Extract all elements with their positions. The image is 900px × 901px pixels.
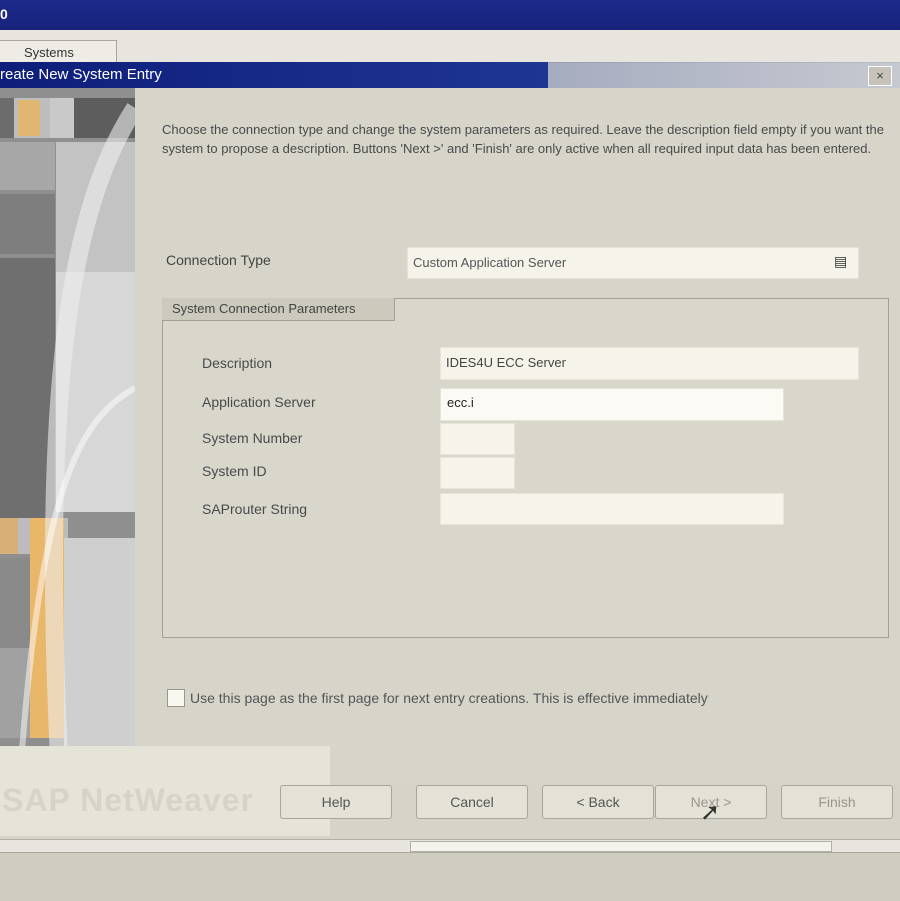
application-server-label: Application Server: [202, 394, 316, 410]
saprouter-string-label: SAProuter String: [202, 501, 308, 517]
help-button[interactable]: Help: [280, 785, 392, 819]
group-title: System Connection Parameters: [172, 301, 356, 316]
instruction-text: Choose the connection type and change th…: [162, 122, 884, 156]
tab-systems-label: Systems: [24, 45, 74, 60]
first-page-checkbox[interactable]: [167, 689, 185, 707]
main-window-titlebar: [0, 0, 900, 30]
status-bar: [0, 852, 900, 901]
tab-systems[interactable]: Systems: [0, 40, 117, 63]
system-number-label: System Number: [202, 430, 303, 446]
first-page-checkbox-label: Use this page as the first page for next…: [190, 690, 708, 706]
mouse-cursor-icon: ➚: [700, 799, 721, 826]
tab-strip: [0, 30, 900, 63]
system-id-label: System ID: [202, 463, 267, 479]
dropdown-list-icon[interactable]: ▤: [834, 253, 847, 270]
swoosh-graphic: [17, 103, 135, 778]
close-icon[interactable]: ×: [868, 66, 892, 86]
description-value: IDES4U ECC Server: [446, 355, 566, 370]
system-number-field[interactable]: [440, 423, 515, 455]
connection-type-label: Connection Type: [166, 252, 271, 268]
connection-type-value: Custom Application Server: [413, 255, 567, 270]
saprouter-string-field[interactable]: [440, 493, 784, 525]
scrollbar-thumb[interactable]: [410, 841, 832, 852]
dialog-title: reate New System Entry: [0, 66, 162, 83]
system-id-field[interactable]: [440, 457, 515, 489]
application-server-field[interactable]: [440, 388, 784, 421]
application-server-value: ecc.i: [447, 395, 474, 410]
finish-button[interactable]: Finish: [781, 785, 893, 819]
cancel-button[interactable]: Cancel: [416, 785, 528, 819]
decorative-side-image: [0, 88, 135, 778]
main-window-title: 0: [0, 6, 8, 22]
back-button[interactable]: < Back: [542, 785, 654, 819]
description-label: Description: [202, 355, 273, 371]
brand-watermark: SAP NetWeaver: [2, 782, 254, 818]
